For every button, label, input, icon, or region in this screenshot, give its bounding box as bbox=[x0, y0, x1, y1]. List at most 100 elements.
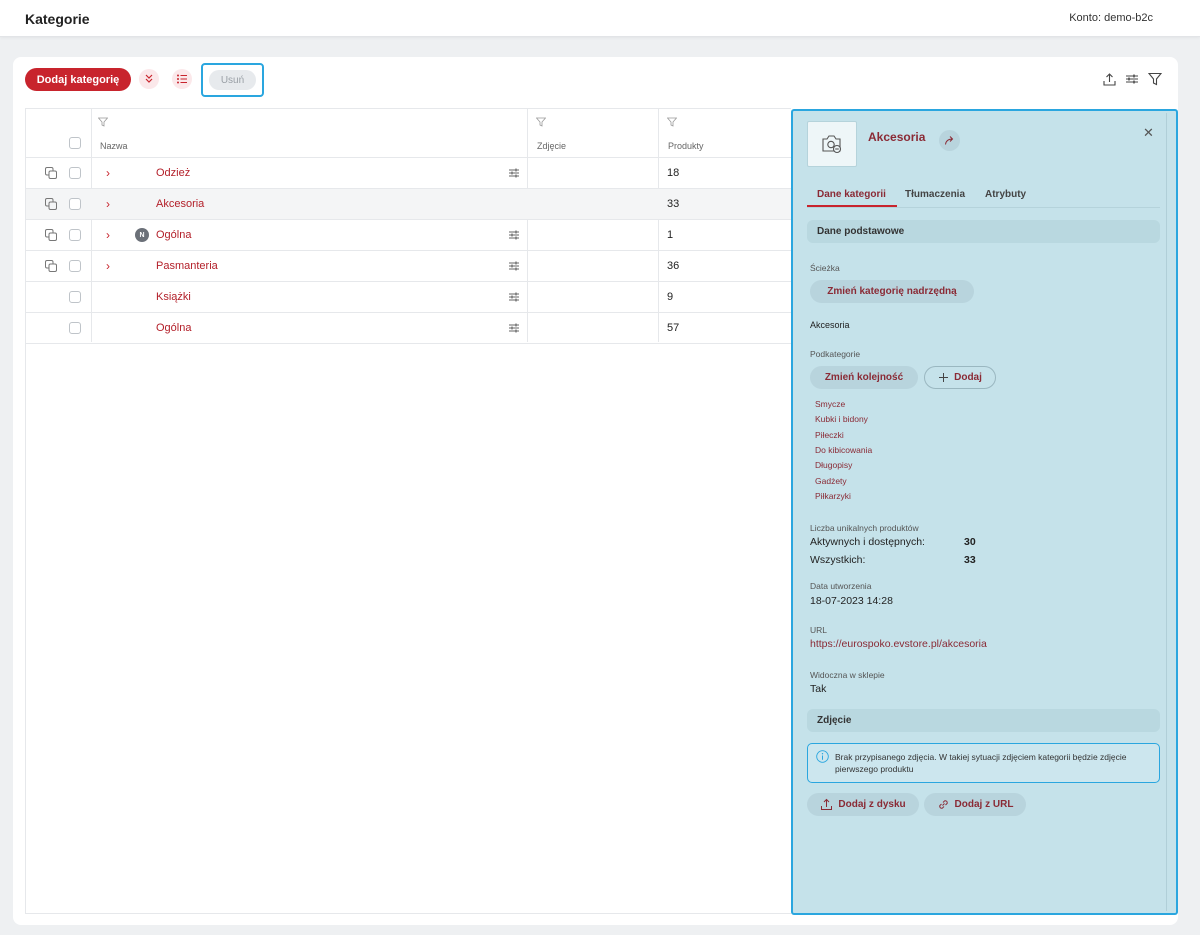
unique-products-label: Liczba unikalnych produktów bbox=[810, 523, 919, 533]
expand-chevron-icon[interactable]: › bbox=[106, 228, 114, 242]
category-thumbnail[interactable] bbox=[807, 121, 857, 167]
product-count: 18 bbox=[667, 167, 680, 179]
tabs-divider bbox=[807, 207, 1160, 208]
top-bar: Kategorie Konto: demo-b2c bbox=[0, 0, 1200, 37]
sliders-icon bbox=[1126, 74, 1138, 84]
add-category-button[interactable]: Dodaj kategorię bbox=[25, 68, 131, 91]
column-filter-icon[interactable] bbox=[98, 117, 108, 127]
table-row[interactable]: › Pasmanteria 36 bbox=[26, 251, 792, 282]
table-row[interactable]: Książki 9 bbox=[26, 282, 792, 313]
all-products-label: Wszystkich: bbox=[810, 554, 866, 566]
export-button[interactable] bbox=[1100, 70, 1118, 88]
table-row[interactable]: › Odzież 18 bbox=[26, 158, 792, 189]
created-date-value: 18-07-2023 14:28 bbox=[810, 595, 893, 607]
product-count: 33 bbox=[667, 198, 680, 210]
no-image-info-text: Brak przypisanego zdjęcia. W takiej sytu… bbox=[835, 752, 1127, 774]
panel-tabs: Dane kategorii Tłumaczenia Atrybuty bbox=[807, 189, 1160, 207]
category-name[interactable]: Ogólna bbox=[156, 229, 191, 241]
attribute-filter-icon[interactable] bbox=[508, 167, 520, 179]
column-filter-icon[interactable] bbox=[536, 117, 546, 127]
open-category-button[interactable] bbox=[939, 130, 960, 151]
tab-attributes[interactable]: Atrybuty bbox=[985, 189, 1026, 200]
info-icon bbox=[816, 750, 829, 763]
add-subcategory-button[interactable]: Dodaj bbox=[924, 366, 996, 389]
page-title: Kategorie bbox=[25, 11, 90, 27]
table-row[interactable]: Ogólna 57 bbox=[26, 313, 792, 344]
tab-translations[interactable]: Tłumaczenia bbox=[905, 189, 965, 200]
upload-icon bbox=[821, 798, 833, 810]
table-row[interactable]: › N Ogólna 1 bbox=[26, 220, 792, 251]
expand-chevron-icon[interactable]: › bbox=[106, 259, 114, 273]
attribute-filter-icon[interactable] bbox=[508, 322, 520, 334]
add-from-url-button[interactable]: Dodaj z URL bbox=[924, 793, 1026, 816]
path-label: Ścieżka bbox=[810, 263, 840, 273]
filter-button[interactable] bbox=[1146, 70, 1164, 88]
category-name[interactable]: Ogólna bbox=[156, 322, 191, 334]
subcategory-link[interactable]: Gadżety bbox=[815, 476, 847, 486]
panel-scrollbar[interactable] bbox=[1166, 113, 1174, 911]
column-settings-button[interactable] bbox=[1123, 70, 1141, 88]
list-view-button[interactable] bbox=[172, 69, 192, 89]
category-name[interactable]: Książki bbox=[156, 291, 191, 303]
plus-icon bbox=[939, 373, 949, 382]
table-header: Nazwa Zdjęcie Produkty bbox=[26, 109, 792, 158]
double-chevron-down-icon bbox=[145, 74, 153, 83]
product-count: 36 bbox=[667, 260, 680, 272]
column-name-header: Nazwa bbox=[100, 141, 128, 151]
expand-chevron-icon[interactable]: › bbox=[106, 197, 114, 211]
row-checkbox[interactable] bbox=[69, 260, 81, 272]
category-name[interactable]: Pasmanteria bbox=[156, 260, 218, 272]
copy-icon[interactable] bbox=[45, 229, 57, 241]
share-arrow-icon bbox=[945, 136, 954, 145]
expand-chevron-icon[interactable]: › bbox=[106, 166, 114, 180]
no-image-camera-icon bbox=[822, 135, 842, 154]
column-image-header: Zdjęcie bbox=[537, 141, 567, 151]
link-icon bbox=[938, 800, 948, 809]
row-checkbox[interactable] bbox=[69, 322, 81, 334]
row-checkbox[interactable] bbox=[69, 291, 81, 303]
copy-icon[interactable] bbox=[45, 260, 57, 272]
subcategory-link[interactable]: Do kibicowania bbox=[815, 445, 872, 455]
copy-icon[interactable] bbox=[45, 167, 57, 179]
subcategory-link[interactable]: Piłeczki bbox=[815, 430, 844, 440]
row-checkbox[interactable] bbox=[69, 198, 81, 210]
tab-category-data[interactable]: Dane kategorii bbox=[817, 189, 886, 200]
attribute-filter-icon[interactable] bbox=[508, 229, 520, 241]
add-from-disk-button[interactable]: Dodaj z dysku bbox=[807, 793, 919, 816]
product-count: 9 bbox=[667, 291, 674, 303]
subcategory-link[interactable]: Smycze bbox=[815, 399, 845, 409]
category-name[interactable]: Akcesoria bbox=[156, 198, 204, 210]
category-url-link[interactable]: https://eurospoko.evstore.pl/akcesoria bbox=[810, 638, 987, 650]
delete-button[interactable]: Usuń bbox=[209, 70, 256, 90]
close-icon[interactable]: ✕ bbox=[1143, 125, 1154, 141]
account-label: Konto: demo-b2c bbox=[1069, 12, 1153, 24]
add-from-url-label: Dodaj z URL bbox=[954, 799, 1014, 810]
upload-icon bbox=[1102, 72, 1116, 86]
add-subcategory-label: Dodaj bbox=[954, 372, 982, 383]
subcategory-link[interactable]: Piłkarzyki bbox=[815, 491, 851, 501]
active-products-value: 30 bbox=[964, 536, 976, 548]
table-row[interactable]: › Akcesoria 33 bbox=[26, 189, 792, 220]
url-label: URL bbox=[810, 625, 828, 635]
select-all-checkbox[interactable] bbox=[69, 137, 81, 149]
row-checkbox[interactable] bbox=[69, 167, 81, 179]
category-name[interactable]: Odzież bbox=[156, 167, 190, 179]
section-image: Zdjęcie bbox=[807, 709, 1160, 732]
created-date-label: Data utworzenia bbox=[810, 581, 872, 591]
all-products-value: 33 bbox=[964, 554, 976, 566]
row-checkbox[interactable] bbox=[69, 229, 81, 241]
change-parent-button[interactable]: Zmień kategorię nadrzędną bbox=[810, 280, 974, 303]
change-order-button[interactable]: Zmień kolejność bbox=[810, 366, 918, 389]
column-filter-icon[interactable] bbox=[667, 117, 677, 127]
add-from-disk-label: Dodaj z dysku bbox=[838, 799, 906, 810]
subcategory-link[interactable]: Kubki i bidony bbox=[815, 414, 868, 424]
list-icon bbox=[177, 74, 187, 84]
copy-icon[interactable] bbox=[45, 198, 57, 210]
attribute-filter-icon[interactable] bbox=[508, 291, 520, 303]
categories-table: Nazwa Zdjęcie Produkty › Odzież 18 › Akc… bbox=[25, 108, 792, 914]
attribute-filter-icon[interactable] bbox=[508, 260, 520, 272]
subcategories-label: Podkategorie bbox=[810, 349, 861, 359]
product-count: 1 bbox=[667, 229, 674, 241]
subcategory-link[interactable]: Długopisy bbox=[815, 460, 852, 470]
expand-all-button[interactable] bbox=[139, 69, 159, 89]
